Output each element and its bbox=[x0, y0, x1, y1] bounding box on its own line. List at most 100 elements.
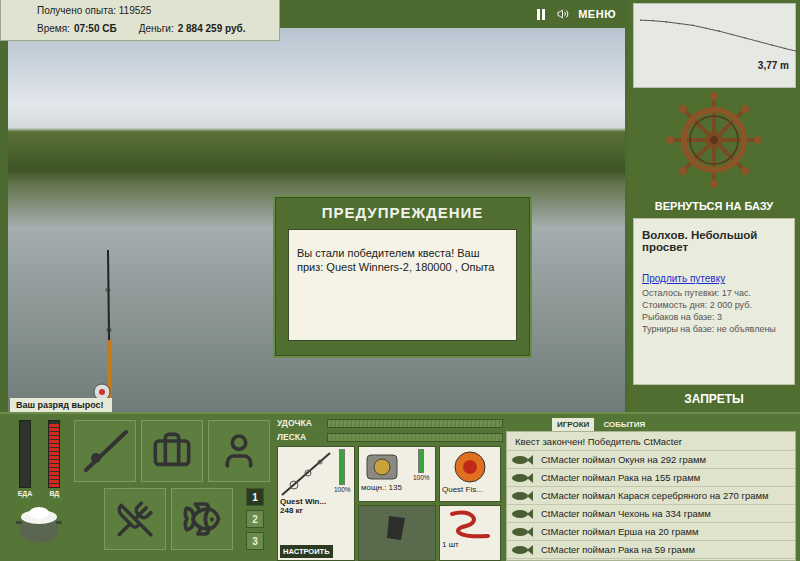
reel-slot[interactable]: 100% мощн.: 135 bbox=[358, 446, 436, 502]
fish-icon bbox=[511, 526, 533, 538]
log-entry: CtMacter поймал Рака на 155 грамм bbox=[507, 469, 795, 487]
location-detail: Осталось путевки: 17 час. bbox=[642, 288, 786, 298]
ship-wheel-icon[interactable] bbox=[666, 92, 762, 188]
dialog-title: ПРЕДУПРЕЖДЕНИЕ bbox=[276, 198, 529, 225]
rod-name: Quest Win... bbox=[280, 497, 352, 506]
fisherman-button[interactable] bbox=[208, 420, 270, 482]
log-entry-text: CtMacter поймал Рака на 155 грамм bbox=[541, 472, 700, 483]
location-detail: Стоимость дня: 2 000 руб. bbox=[642, 300, 786, 310]
fish-icon bbox=[511, 472, 533, 484]
hud-panel: Получено опыта: 119525 Время:07:50 СБДень… bbox=[0, 0, 280, 41]
lure-name: Quest Fis... bbox=[442, 485, 498, 494]
fish-icon bbox=[182, 499, 222, 539]
wear-text: 100% bbox=[413, 474, 430, 481]
game-screen: Получено опыта: 119525 Время:07:50 СБДень… bbox=[0, 0, 800, 561]
meter: ВД bbox=[48, 420, 60, 497]
log-entry: CtMacter поймал Чехонь на 334 грамм bbox=[507, 505, 795, 523]
meter-label: ВД bbox=[49, 490, 59, 497]
depth-reading: 3,77 m bbox=[758, 60, 789, 71]
tension-track bbox=[327, 419, 503, 428]
tackle-area: УДОЧКА ЛЕСКА 100% Quest Win...248 кг НАСТРОИ… bbox=[275, 414, 503, 561]
wear-fill bbox=[419, 450, 423, 472]
tool-row bbox=[74, 420, 270, 482]
experience-text: Получено опыта: 119525 bbox=[37, 5, 269, 16]
location-title: Волхов. Небольшой просвет bbox=[642, 229, 786, 253]
bait-slot[interactable]: 1 шт bbox=[439, 505, 501, 561]
tension-row: ЛЕСКА bbox=[277, 432, 503, 442]
tool-row: 1 2 3 bbox=[74, 488, 270, 550]
rod-slot[interactable]: 100% Quest Win...248 кг НАСТРОИТЬ bbox=[277, 446, 355, 561]
hook-slot[interactable] bbox=[358, 505, 436, 561]
tool-grid: 1 2 3 bbox=[74, 420, 270, 561]
rod-button[interactable] bbox=[74, 420, 136, 482]
tackle-grid: 100% Quest Win...248 кг НАСТРОИТЬ 100% мощн.… bbox=[277, 446, 503, 561]
setup-button[interactable]: НАСТРОИТЬ bbox=[280, 545, 333, 558]
rod-icon bbox=[82, 428, 128, 474]
bans-button[interactable]: ЗАПРЕТЫ bbox=[628, 385, 800, 412]
log-entry: CtMacter поймал Окуня на 292 грамм bbox=[507, 451, 795, 469]
fishing-scene[interactable]: ПРЕДУПРЕЖДЕНИЕ Вы стали победителем квест… bbox=[8, 28, 625, 412]
lure-icon bbox=[442, 449, 498, 485]
log-entry-text: CtMacter поймал Ерша на 20 грамм bbox=[541, 526, 699, 537]
log-entry-text: CtMacter поймал Окуня на 292 грамм bbox=[541, 454, 706, 465]
hook-icon bbox=[361, 508, 431, 548]
catch-button[interactable] bbox=[171, 488, 233, 550]
dialog-message: Вы стали победителем квеста! Ваш приз: Q… bbox=[288, 229, 517, 341]
menu-button[interactable]: МЕНЮ bbox=[578, 8, 616, 20]
slot-button[interactable]: 2 bbox=[246, 510, 264, 528]
money-field: Деньги:2 884 259 руб. bbox=[139, 23, 246, 34]
tension-label: ЛЕСКА bbox=[277, 432, 323, 442]
food-button[interactable] bbox=[104, 488, 166, 550]
slot-button[interactable]: 1 bbox=[246, 488, 264, 506]
tackle-box-icon bbox=[152, 431, 192, 471]
sound-icon[interactable] bbox=[556, 7, 570, 21]
tackle-box-button[interactable] bbox=[141, 420, 203, 482]
log-list: Квест закончен! Победитель CtMacter CtMac… bbox=[506, 431, 796, 561]
slot-button[interactable]: 3 bbox=[246, 532, 264, 550]
meters: ЕДАВД bbox=[8, 420, 70, 561]
slot-list: 1 2 3 bbox=[246, 488, 264, 550]
location-card: Волхов. Небольшой просвет Продлить путевк… bbox=[633, 218, 795, 385]
upper-area: Получено опыта: 119525 Время:07:50 СБДень… bbox=[0, 0, 800, 412]
wear-track bbox=[418, 449, 424, 473]
location-detail: Турниры на базе: не объявлены bbox=[642, 324, 786, 334]
location-detail: Рыбаков на базе: 3 bbox=[642, 312, 786, 322]
return-area: ВЕРНУТЬСЯ НА БАЗУ bbox=[628, 88, 800, 218]
top-bar: Получено опыта: 119525Время:07:50 СБДень… bbox=[0, 0, 628, 28]
rod-slot-top: 100% bbox=[280, 449, 352, 497]
tension-label: УДОЧКА bbox=[277, 418, 323, 428]
pause-icon[interactable] bbox=[534, 7, 548, 21]
utensils-icon bbox=[116, 500, 154, 538]
meter-track bbox=[48, 420, 60, 488]
log-area: ИГРОКИ СОБЫТИЯКвест закончен! Победитель … bbox=[503, 414, 800, 561]
reel-wear: 100% bbox=[413, 449, 430, 481]
log-entry-text: CtMacter поймал Чехонь на 334 грамм bbox=[541, 508, 711, 519]
side-panel: 3,77 m ВЕРНУТЬСЯ НА БАЗУ Волхов. Небольшой… bbox=[628, 0, 800, 412]
fish-icon bbox=[511, 490, 533, 502]
fish-icon bbox=[511, 454, 533, 466]
return-to-base-button[interactable]: ВЕРНУТЬСЯ НА БАЗУ bbox=[655, 200, 773, 212]
log-entry-text: CtMacter поймал Карася серебряного на 27… bbox=[541, 490, 769, 501]
log-entry: CtMacter поймал Рака на 59 грамм bbox=[507, 541, 795, 559]
extend-permit-link[interactable]: Продлить путевку bbox=[642, 273, 786, 284]
fish-icon bbox=[511, 508, 533, 520]
bottom-panel: ЕДАВД 1 2 3 УДОЧКА ЛЕСКА 100% Quest Win...248 к… bbox=[0, 412, 800, 561]
main-column: Получено опыта: 119525 Время:07:50 СБДень… bbox=[0, 0, 628, 412]
food-pot-icon[interactable] bbox=[14, 501, 64, 545]
log-tab[interactable]: ИГРОКИ bbox=[552, 418, 594, 431]
log-tab[interactable]: СОБЫТИЯ bbox=[598, 418, 650, 431]
log-message: Квест закончен! Победитель CtMacter bbox=[507, 432, 795, 451]
fishing-rod-icon[interactable] bbox=[88, 250, 128, 412]
meter-track bbox=[19, 420, 31, 488]
warning-dialog: ПРЕДУПРЕЖДЕНИЕ Вы стали победителем квест… bbox=[275, 197, 530, 356]
lure-slot[interactable]: Quest Fis... bbox=[439, 446, 501, 502]
reel-power: мощн.: 135 bbox=[361, 483, 433, 492]
log-entry-text: CtMacter поймал Рака на 59 грамм bbox=[541, 544, 695, 555]
fisherman-icon bbox=[219, 431, 259, 471]
wear-text: 100% bbox=[334, 486, 351, 493]
log-entry: CtMacter поймал Карася серебряного на 27… bbox=[507, 487, 795, 505]
depth-chart: 3,77 m bbox=[633, 3, 796, 88]
meter-fill bbox=[49, 424, 59, 487]
rod-load: 248 кг bbox=[280, 506, 352, 515]
hud-row: Время:07:50 СБДеньги:2 884 259 руб. bbox=[37, 23, 269, 34]
